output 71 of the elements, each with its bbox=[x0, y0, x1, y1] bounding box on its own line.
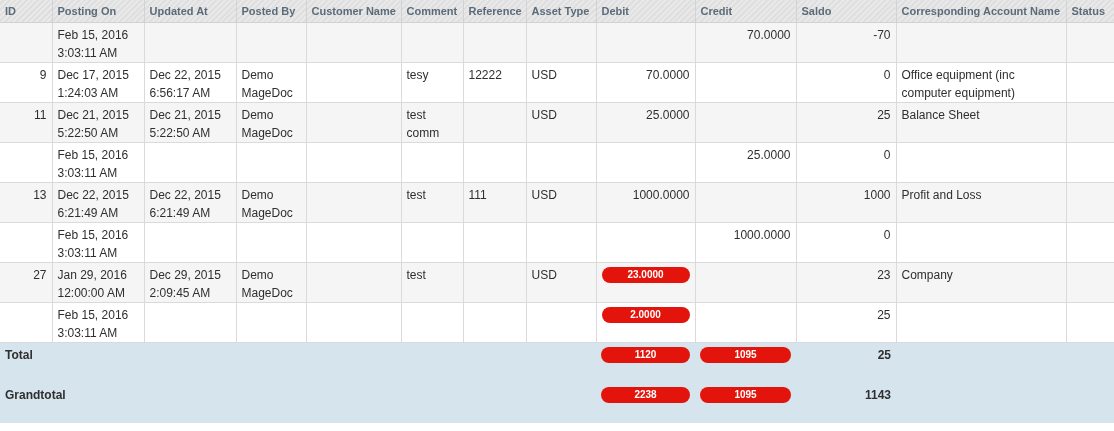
total-badge: 1095 bbox=[700, 386, 791, 403]
amount-badge: 2.0000 bbox=[601, 307, 690, 323]
total-label: Grandtotal bbox=[5, 386, 66, 404]
table-cell-text: Jan 29, 2016 12:00:00 AM bbox=[57, 267, 128, 302]
table-cell-text: 27 bbox=[33, 267, 47, 284]
table-cell-text: 23 bbox=[877, 267, 891, 284]
table-cell-text: Dec 22, 2015 6:21:49 AM bbox=[149, 187, 222, 222]
column-header[interactable]: Updated At bbox=[144, 0, 236, 23]
table-cell-text: Company bbox=[901, 267, 953, 284]
table-cell-text: 13 bbox=[33, 187, 47, 204]
column-header[interactable]: ID bbox=[0, 0, 52, 23]
table-cell-text: Feb 15, 2016 3:03:11 AM bbox=[57, 227, 130, 262]
table-cell-text: tesy bbox=[406, 67, 429, 84]
table-cell-text: 1000 bbox=[863, 187, 891, 204]
table-cell-text: Office equipment (inc computer equipment) bbox=[901, 67, 1016, 102]
table-cell-text: 25.0000 bbox=[747, 147, 791, 164]
table-cell-text: 25.0000 bbox=[646, 107, 690, 124]
total-badge: 1120 bbox=[601, 347, 690, 363]
total-badge: 1095 bbox=[700, 347, 791, 363]
total-badge: 2238 bbox=[601, 386, 690, 403]
amount-badge: 23.0000 bbox=[601, 267, 690, 283]
table-cell-text: 70.0000 bbox=[646, 67, 690, 84]
table-cell-text: USD bbox=[531, 107, 557, 124]
table-cell-text: Feb 15, 2016 3:03:11 AM bbox=[57, 27, 130, 62]
table-cell-text: 25 bbox=[877, 107, 891, 124]
table-cell-text: 1000.0000 bbox=[632, 187, 690, 204]
table-cell-text: Dec 21, 2015 5:22:50 AM bbox=[57, 107, 130, 142]
table-cell-text: 0 bbox=[883, 147, 891, 164]
table-cell-text: Dec 22, 2015 6:21:49 AM bbox=[57, 187, 130, 222]
column-header[interactable]: Saldo bbox=[796, 0, 896, 23]
total-value: 25 bbox=[877, 347, 891, 364]
table-cell-text: Dec 17, 2015 1:24:03 AM bbox=[57, 67, 130, 102]
table-cell-text: Profit and Loss bbox=[901, 187, 982, 204]
table-cell-text: 9 bbox=[39, 67, 47, 84]
table-cell-text: Demo MageDoc bbox=[241, 67, 294, 102]
table-cell-text: Demo MageDoc bbox=[241, 267, 294, 302]
column-header[interactable]: Customer Name bbox=[306, 0, 401, 23]
table-cell-text: test bbox=[406, 267, 426, 284]
table-cell-text: 0 bbox=[883, 227, 891, 244]
total-label: Total bbox=[5, 347, 33, 364]
table-cell-text: Feb 15, 2016 3:03:11 AM bbox=[57, 307, 130, 342]
table-cell-text: USD bbox=[531, 267, 557, 284]
column-header[interactable]: Debit bbox=[596, 0, 695, 23]
table-cell-text: 111 bbox=[468, 187, 487, 204]
table-cell-text: test bbox=[406, 187, 426, 204]
table-cell-text: Dec 21, 2015 5:22:50 AM bbox=[149, 107, 222, 142]
table-cell-text: 25 bbox=[877, 307, 891, 324]
table-cell-text: Balance Sheet bbox=[901, 107, 980, 124]
table-cell-text: test comm bbox=[406, 107, 441, 142]
table-cell-text: Demo MageDoc bbox=[241, 107, 294, 142]
table-cell-text: 11 bbox=[34, 107, 47, 124]
column-header[interactable]: Asset Type bbox=[526, 0, 596, 23]
column-header[interactable]: Posting On bbox=[52, 0, 144, 23]
total-value: 1143 bbox=[864, 386, 891, 404]
column-header[interactable]: Posted By bbox=[236, 0, 306, 23]
column-header[interactable]: Status bbox=[1066, 0, 1114, 23]
column-header[interactable]: Credit bbox=[695, 0, 796, 23]
table-cell-text: Feb 15, 2016 3:03:11 AM bbox=[57, 147, 130, 182]
column-header[interactable]: Corresponding Account Name bbox=[896, 0, 1066, 23]
table-cell-text: 0 bbox=[883, 67, 891, 84]
column-header[interactable]: Comment bbox=[401, 0, 463, 23]
table-cell-text: 70.0000 bbox=[747, 27, 791, 44]
table-cell-text: Dec 22, 2015 6:56:17 AM bbox=[149, 67, 222, 102]
table-cell-text: 1000.0000 bbox=[733, 227, 791, 244]
table-cell-text: Demo MageDoc bbox=[241, 187, 294, 222]
table-cell-text: USD bbox=[531, 67, 557, 84]
table-cell-text: USD bbox=[531, 187, 557, 204]
column-header[interactable]: Reference bbox=[463, 0, 526, 23]
table-cell-text: 12222 bbox=[468, 67, 502, 84]
table-cell-text: Dec 29, 2015 2:09:45 AM bbox=[149, 267, 222, 302]
table-cell-text: -70 bbox=[873, 27, 891, 44]
